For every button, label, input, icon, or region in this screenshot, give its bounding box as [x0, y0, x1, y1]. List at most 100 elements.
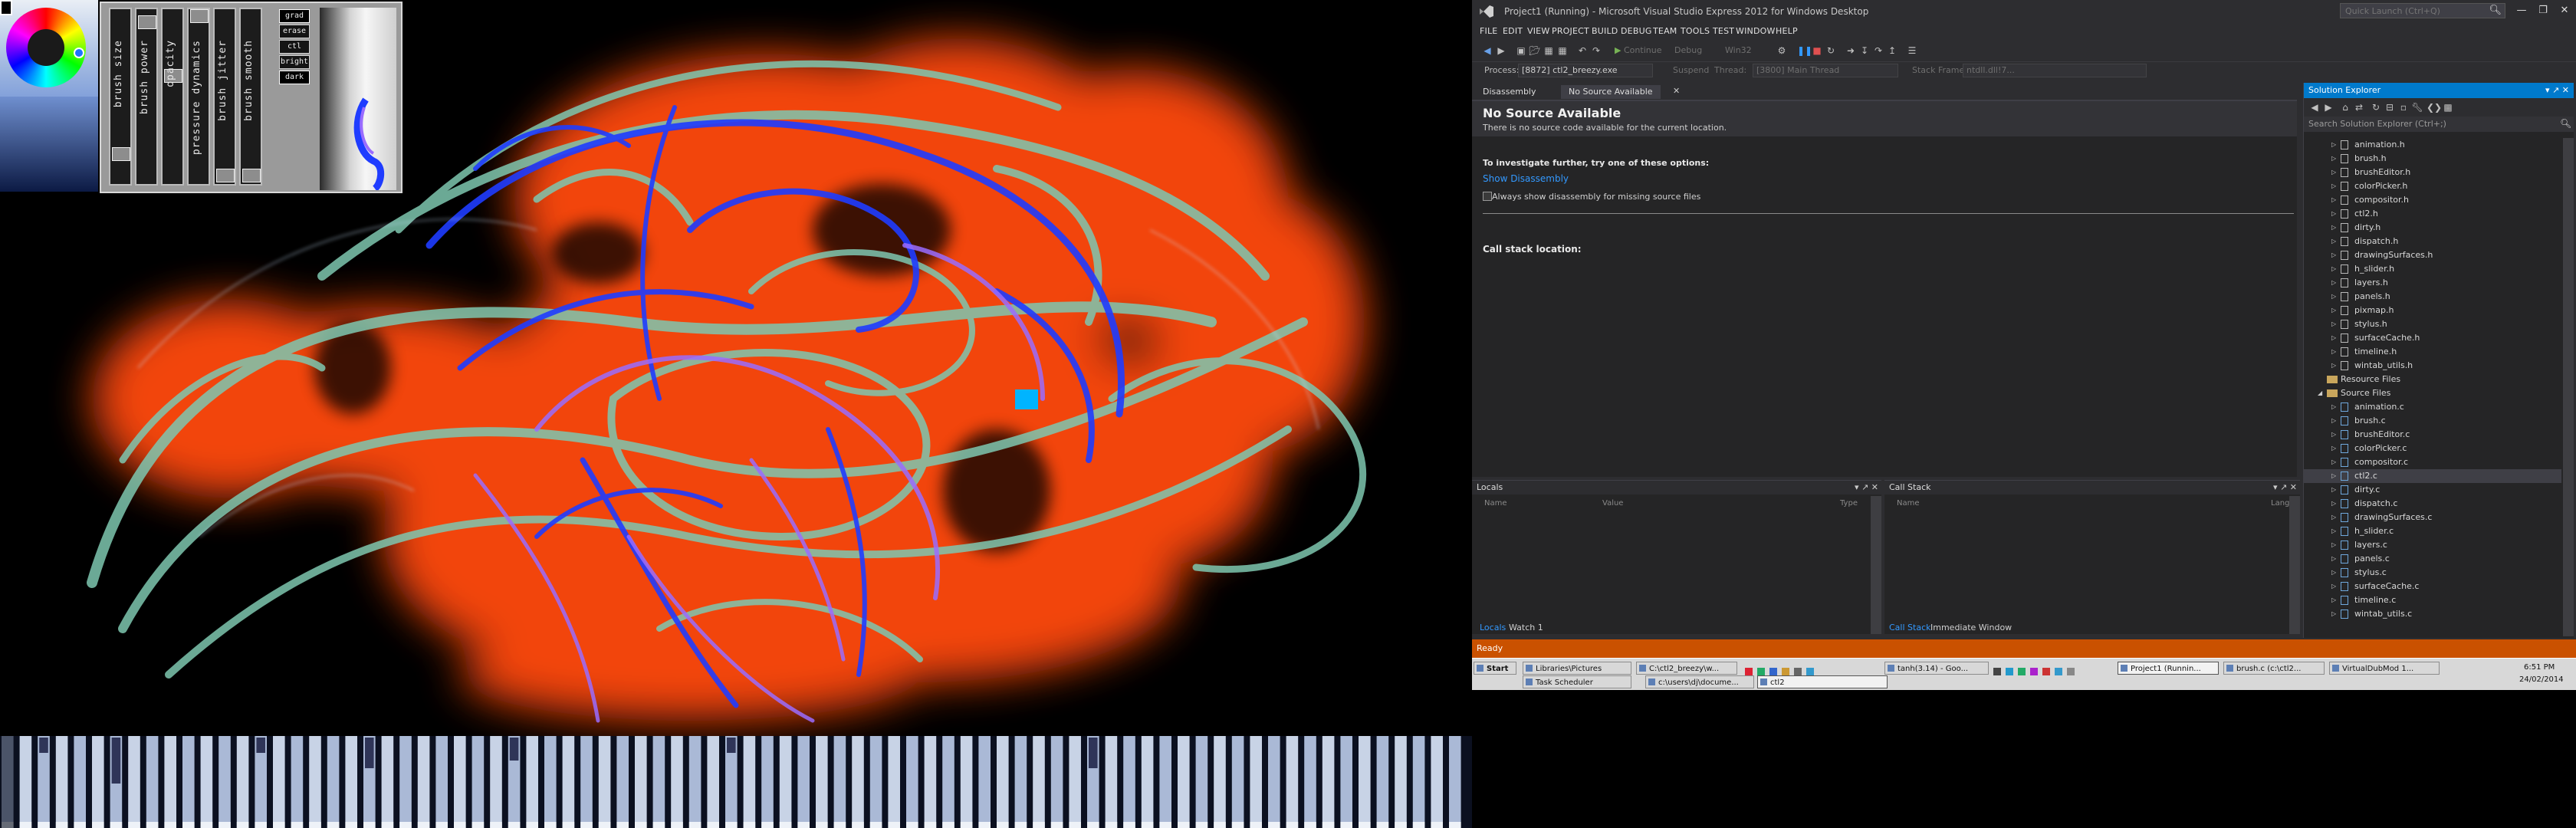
app-icon[interactable] — [2018, 668, 2026, 675]
slider-pressure-dynamics[interactable]: pressure dynamics — [187, 8, 210, 186]
taskbar-item-brush-c[interactable]: brush.c (c:\ctl2... — [2223, 662, 2325, 675]
app-icon[interactable] — [1782, 668, 1789, 675]
solution-tree-item[interactable]: ▷ drawingSurfaces.h — [2304, 248, 2561, 262]
solution-tree-item[interactable]: ▷ timeline.h — [2304, 345, 2561, 359]
menu-window[interactable]: WINDOW — [1736, 26, 1776, 36]
new-project-icon[interactable]: ▣ — [1515, 44, 1527, 57]
solution-tree-item[interactable]: ▷ brushEditor.c — [2304, 428, 2561, 442]
stack-frame-dropdown[interactable]: ntdll.dll!7... — [1963, 64, 2147, 77]
mode-button-ctl[interactable]: ctl — [279, 40, 310, 54]
app-icon[interactable] — [1757, 668, 1765, 675]
search-icon[interactable]: 🔍︎ — [2489, 5, 2502, 16]
expand-arrow-icon[interactable]: ▷ — [2331, 166, 2336, 179]
solution-tree-item[interactable]: ▷ panels.c — [2304, 552, 2561, 566]
solution-tree-item[interactable]: ▷ colorPicker.h — [2304, 179, 2561, 193]
column-type[interactable]: Type — [1840, 499, 1858, 508]
solution-tree-item[interactable]: ▷ timeline.c — [2304, 593, 2561, 607]
expand-arrow-icon[interactable]: ▷ — [2331, 207, 2336, 221]
expand-arrow-icon[interactable]: ▷ — [2331, 179, 2336, 193]
solution-tree-item[interactable]: Resource Files — [2304, 373, 2561, 386]
window-controls[interactable]: ▾ ↗ ✕ — [1855, 481, 1878, 495]
solution-tree-item[interactable]: ▷ animation.c — [2304, 400, 2561, 414]
expand-arrow-icon[interactable]: ▷ — [2331, 414, 2336, 428]
solution-tree-item[interactable]: ▷ pixmap.h — [2304, 304, 2561, 317]
app-icon[interactable] — [1745, 668, 1753, 675]
app-icon[interactable] — [2055, 668, 2062, 675]
expand-arrow-icon[interactable]: ▷ — [2331, 235, 2336, 248]
solution-tree-item[interactable]: ▷ h_slider.c — [2304, 524, 2561, 538]
menu-tools[interactable]: TOOLS — [1681, 26, 1710, 36]
solution-tree-item[interactable]: ▷ brushEditor.h — [2304, 166, 2561, 179]
taskbar-item-virtualdubmod[interactable]: VirtualDubMod 1... — [2329, 662, 2440, 675]
slider-knob[interactable] — [138, 15, 156, 29]
solution-tree-item[interactable]: ▷ h_slider.h — [2304, 262, 2561, 276]
back-icon[interactable]: ◀ — [1481, 44, 1493, 57]
menu-help[interactable]: HELP — [1776, 26, 1798, 36]
app-icon[interactable] — [2042, 668, 2050, 675]
hue-wheel[interactable] — [6, 8, 86, 87]
expand-arrow-icon[interactable]: ▷ — [2331, 497, 2336, 511]
scrollbar[interactable] — [2289, 496, 2300, 634]
mode-button-grad[interactable]: grad — [279, 9, 310, 23]
undo-icon[interactable]: ↶ — [1576, 44, 1589, 57]
menu-edit[interactable]: EDIT — [1503, 26, 1523, 36]
tab-watch-1[interactable]: Watch 1 — [1509, 623, 1543, 632]
solution-tree-item[interactable]: ▷ layers.h — [2304, 276, 2561, 290]
tab-call-stack[interactable]: Call Stack — [1889, 623, 1930, 632]
slider-brush-jitter[interactable]: brush jitter — [213, 8, 236, 186]
slider-brush-smooth[interactable]: brush smooth — [239, 8, 262, 186]
continue-icon[interactable]: ▶ — [1615, 44, 1621, 57]
expand-arrow-icon[interactable]: ▷ — [2331, 262, 2336, 276]
slider-brush-power[interactable]: brush power — [135, 8, 158, 186]
process-dropdown[interactable]: [8872] ctl2_breezy.exe — [1518, 64, 1653, 77]
expand-arrow-icon[interactable]: ▷ — [2331, 566, 2336, 580]
hex-display-icon[interactable]: ☰ — [1906, 44, 1918, 57]
expand-arrow-icon[interactable]: ▷ — [2331, 331, 2336, 345]
taskbar-item-ctl2[interactable]: ctl2 — [1757, 675, 1888, 688]
view-code-icon[interactable]: ❮❯ — [2426, 101, 2442, 113]
close-button[interactable]: ✕ — [2553, 3, 2576, 18]
solution-tree-item[interactable]: ▷ compositor.h — [2304, 193, 2561, 207]
taskbar-item-documents[interactable]: c:\users\dj\docume... — [1645, 675, 1754, 688]
solution-tree-item[interactable]: ▷ ctl2.h — [2304, 207, 2561, 221]
clock-date[interactable]: 24/02/2014 — [2519, 675, 2564, 684]
solution-tree-item[interactable]: ▷ dispatch.h — [2304, 235, 2561, 248]
thread-dropdown[interactable]: [3800] Main Thread — [1753, 64, 1898, 77]
expand-arrow-icon[interactable]: ▷ — [2331, 593, 2336, 607]
menu-team[interactable]: TEAM — [1653, 26, 1677, 36]
solution-tree-item[interactable]: ▷ wintab_utils.c — [2304, 607, 2561, 621]
scrollbar[interactable] — [2563, 138, 2574, 636]
menu-project[interactable]: PROJECT — [1552, 26, 1589, 36]
app-icon[interactable] — [1993, 668, 2001, 675]
step-into-icon[interactable]: ↧ — [1858, 44, 1871, 57]
column-value[interactable]: Value — [1602, 499, 1623, 508]
always-show-disassembly-label[interactable]: Always show disassembly for missing sour… — [1492, 192, 1700, 202]
solution-tree-item[interactable]: ▷ compositor.c — [2304, 455, 2561, 469]
tab-immediate-window[interactable]: Immediate Window — [1930, 623, 2012, 632]
solution-tree-item[interactable]: ▷ dirty.c — [2304, 483, 2561, 497]
column-lang[interactable]: Lang — [2271, 499, 2289, 508]
menu-view[interactable]: VIEW — [1527, 26, 1549, 36]
expand-arrow-icon[interactable]: ▷ — [2331, 359, 2336, 373]
expand-arrow-icon[interactable]: ▷ — [2331, 304, 2336, 317]
solution-tree-item[interactable]: ▷ drawingSurfaces.c — [2304, 511, 2561, 524]
expand-arrow-icon[interactable]: ▷ — [2331, 152, 2336, 166]
expand-arrow-icon[interactable]: ▷ — [2331, 248, 2336, 262]
close-tab-icon[interactable]: ✕ — [1673, 86, 1680, 96]
menu-build[interactable]: BUILD — [1592, 26, 1618, 36]
expand-arrow-icon[interactable]: ▷ — [2331, 290, 2336, 304]
solution-tree-item[interactable]: ▷ animation.h — [2304, 138, 2561, 152]
maximize-button[interactable]: ❐ — [2532, 3, 2555, 18]
slider-opacity[interactable]: opacity — [161, 8, 184, 186]
sync-icon[interactable]: ⇄ — [2353, 101, 2365, 113]
quick-launch-input[interactable] — [2341, 4, 2496, 18]
tab-locals[interactable]: Locals — [1480, 623, 1506, 632]
expand-arrow-icon[interactable]: ▷ — [2331, 524, 2336, 538]
search-icon[interactable]: 🔍︎ — [2560, 118, 2571, 129]
app-icon[interactable] — [1769, 668, 1777, 675]
expand-arrow-icon[interactable]: ▷ — [2331, 317, 2336, 331]
expand-arrow-icon[interactable]: ▷ — [2331, 483, 2336, 497]
expand-arrow-icon[interactable]: ▷ — [2331, 221, 2336, 235]
platform-dropdown[interactable]: Win32 — [1725, 44, 1752, 57]
solution-tree-item[interactable]: ▷ surfaceCache.c — [2304, 580, 2561, 593]
